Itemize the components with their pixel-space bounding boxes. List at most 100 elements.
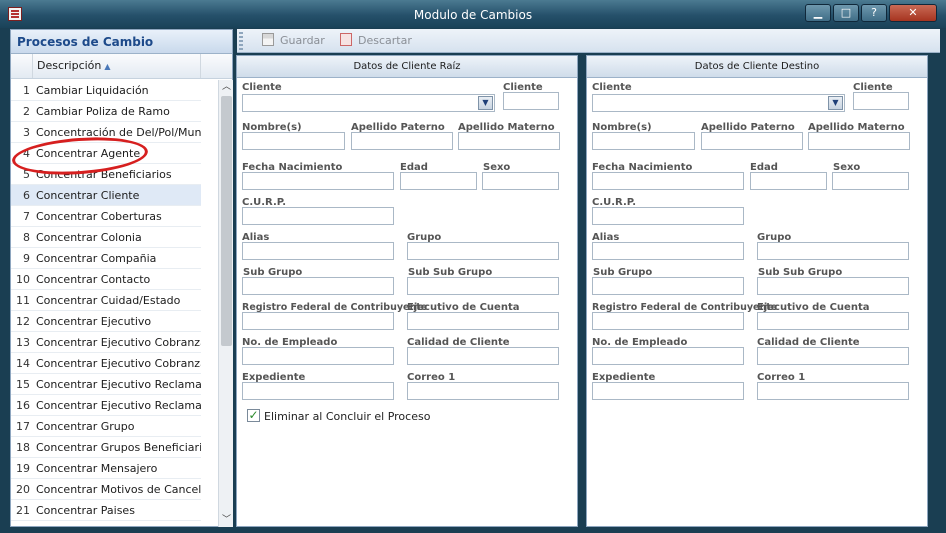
dest-fecha-nacimiento-field[interactable] — [592, 172, 744, 190]
sidebar-title: Procesos de Cambio — [11, 30, 232, 54]
list-item[interactable]: 6 Concentrar Cliente — [11, 185, 201, 206]
list-item-label: Concentrar Coberturas — [36, 210, 162, 223]
list-item[interactable]: 15 Concentrar Ejecutivo Reclamaciones — [11, 374, 201, 395]
list-item[interactable]: 4 Concentrar Agente — [11, 143, 201, 164]
list-item-label: Concentrar Ejecutivo — [36, 315, 152, 328]
dropdown-arrow-icon[interactable]: ▼ — [478, 96, 493, 110]
dest-edad-field[interactable] — [750, 172, 827, 190]
dest-ejecutivo-cuenta-field[interactable] — [757, 312, 909, 330]
list-item-number: 18 — [16, 441, 30, 454]
list-item-label: Concentrar Ejecutivo Reclamaciones — [36, 378, 201, 391]
alias-field[interactable] — [242, 242, 394, 260]
list-item[interactable]: 13 Concentrar Ejecutivo Cobranza — [11, 332, 201, 353]
dest-rfc-field[interactable] — [592, 312, 744, 330]
eliminar-checkbox[interactable]: ✓ — [247, 409, 260, 422]
cliente-label: Cliente — [242, 82, 282, 93]
dest-grupo-field[interactable] — [757, 242, 909, 260]
scroll-thumb[interactable] — [221, 96, 232, 346]
dest-no-empleado-field[interactable] — [592, 347, 744, 365]
destination-panel-title: Datos de Cliente Destino — [587, 56, 927, 78]
dest-curp-field[interactable] — [592, 207, 744, 225]
list-item[interactable]: 3 Concentración de Del/Pol/Mun — [11, 122, 201, 143]
no-empleado-field[interactable] — [242, 347, 394, 365]
list-item[interactable]: 2 Cambiar Poliza de Ramo — [11, 101, 201, 122]
list-item-number: 8 — [23, 231, 30, 244]
dest-expediente-field[interactable] — [592, 382, 744, 400]
grupo-field[interactable] — [407, 242, 559, 260]
destination-client-panel: Datos de Cliente Destino Cliente ▼ Clien… — [586, 55, 928, 527]
list-item-number: 10 — [16, 273, 30, 286]
dest-calidad-cliente-field[interactable] — [757, 347, 909, 365]
rfc-field[interactable] — [242, 312, 394, 330]
list-item[interactable]: 14 Concentrar Ejecutivo Cobranza — [11, 353, 201, 374]
minimize-button[interactable]: ▁ — [805, 4, 831, 22]
list-item-number: 2 — [23, 105, 30, 118]
save-button[interactable]: Guardar — [262, 33, 325, 49]
list-item[interactable]: 20 Concentrar Motivos de Cancelación — [11, 479, 201, 500]
list-item[interactable]: 19 Concentrar Mensajero — [11, 458, 201, 479]
sub-sub-grupo-field[interactable] — [407, 277, 559, 295]
list-item[interactable]: 9 Concentrar Compañia — [11, 248, 201, 269]
dest-sub-grupo-field[interactable] — [592, 277, 744, 295]
maximize-button[interactable]: □ — [833, 4, 859, 22]
dest-cliente-id-field[interactable] — [853, 92, 909, 110]
correo-field[interactable] — [407, 382, 559, 400]
toolbar-grip-icon[interactable] — [239, 32, 243, 50]
cliente-combobox[interactable]: ▼ — [242, 94, 495, 112]
dest-cliente-combobox[interactable]: ▼ — [592, 94, 845, 112]
dest-sub-sub-grupo-field[interactable] — [757, 277, 909, 295]
dest-correo-field[interactable] — [757, 382, 909, 400]
list-item-label: Concentrar Grupos Beneficiarios — [36, 441, 201, 454]
list-item-number: 21 — [16, 504, 30, 517]
discard-label: Descartar — [358, 34, 412, 47]
expediente-field[interactable] — [242, 382, 394, 400]
title-bar[interactable]: Modulo de Cambios ▁ □ ? ✕ — [0, 0, 946, 28]
list-item[interactable]: 21 Concentrar Paises — [11, 500, 201, 521]
dest-apellido-materno-field[interactable] — [808, 132, 910, 150]
fecha-nacimiento-field[interactable] — [242, 172, 394, 190]
dest-nombres-field[interactable] — [592, 132, 695, 150]
list-item-number: 7 — [23, 210, 30, 223]
description-column-header[interactable]: Descripción ▲ — [33, 54, 201, 78]
row-number-header[interactable] — [11, 54, 33, 78]
list-item-label: Cambiar Poliza de Ramo — [36, 105, 170, 118]
dest-apellido-paterno-field[interactable] — [701, 132, 803, 150]
scroll-up-icon[interactable]: ︿ — [219, 80, 234, 94]
list-item[interactable]: 12 Concentrar Ejecutivo — [11, 311, 201, 332]
discard-button[interactable]: Descartar — [340, 33, 412, 49]
scroll-down-icon[interactable]: ﹀ — [219, 513, 234, 527]
apellido-materno-field[interactable] — [458, 132, 560, 150]
dest-alias-field[interactable] — [592, 242, 744, 260]
list-item[interactable]: 8 Concentrar Colonia — [11, 227, 201, 248]
list-item[interactable]: 10 Concentrar Contacto — [11, 269, 201, 290]
cliente-id-field[interactable] — [503, 92, 559, 110]
list-item[interactable]: 5 Concentrar Beneficiarios — [11, 164, 201, 185]
list-item[interactable]: 16 Concentrar Ejecutivo Reclamaciones — [11, 395, 201, 416]
close-button[interactable]: ✕ — [889, 4, 937, 22]
eliminar-checkbox-label[interactable]: Eliminar al Concluir el Proceso — [264, 410, 430, 423]
edad-field[interactable] — [400, 172, 477, 190]
list-item[interactable]: 11 Concentrar Cuidad/Estado — [11, 290, 201, 311]
nombres-field[interactable] — [242, 132, 345, 150]
list-scrollbar[interactable]: ︿ ﹀ — [218, 80, 233, 527]
list-item[interactable]: 7 Concentrar Coberturas — [11, 206, 201, 227]
list-item-label: Concentrar Agente — [36, 147, 141, 160]
help-button[interactable]: ? — [861, 4, 887, 22]
calidad-cliente-field[interactable] — [407, 347, 559, 365]
list-item[interactable]: 1 Cambiar Liquidación — [11, 80, 201, 101]
list-item-label: Concentrar Cuidad/Estado — [36, 294, 181, 307]
dropdown-arrow-icon[interactable]: ▼ — [828, 96, 843, 110]
curp-field[interactable] — [242, 207, 394, 225]
list-item-number: 13 — [16, 336, 30, 349]
sexo-field[interactable] — [482, 172, 559, 190]
ejecutivo-cuenta-field[interactable] — [407, 312, 559, 330]
list-item-label: Concentrar Beneficiarios — [36, 168, 172, 181]
dest-sexo-field[interactable] — [832, 172, 909, 190]
list-item[interactable]: 18 Concentrar Grupos Beneficiarios — [11, 437, 201, 458]
list-item[interactable]: 17 Concentrar Grupo — [11, 416, 201, 437]
apellido-paterno-field[interactable] — [351, 132, 453, 150]
list-item-number: 20 — [16, 483, 30, 496]
list-item-number: 19 — [16, 462, 30, 475]
list-item-label: Cambiar Liquidación — [36, 84, 149, 97]
sub-grupo-field[interactable] — [242, 277, 394, 295]
